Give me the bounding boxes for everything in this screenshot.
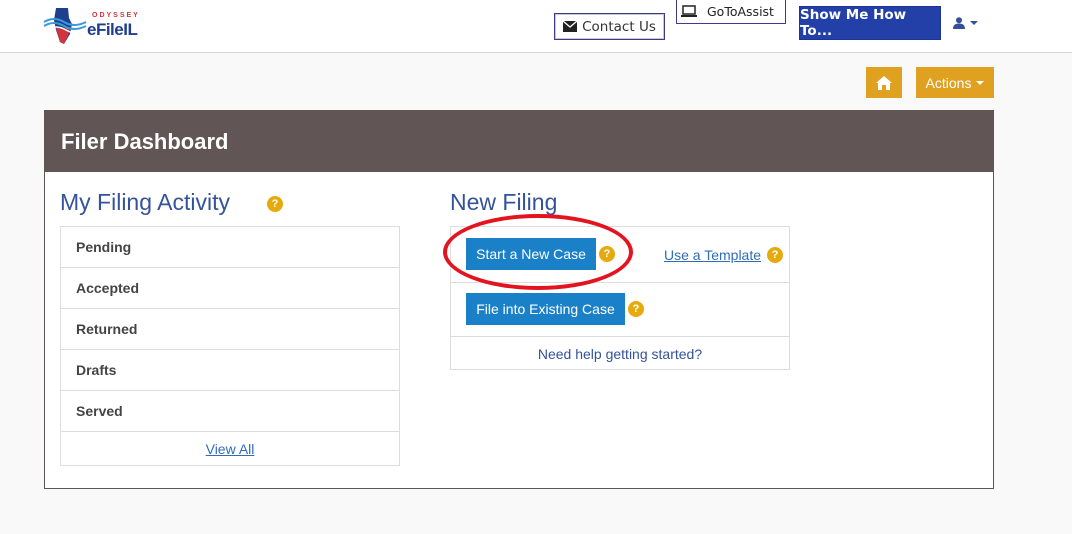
filer-dashboard-panel: Filer Dashboard My Filing Activity ? Pen…	[44, 110, 994, 489]
dashboard-title: Filer Dashboard	[45, 111, 993, 172]
efileil-logo[interactable]: ODYSSEY eFileIL	[42, 4, 152, 48]
help-icon[interactable]: ?	[267, 196, 283, 212]
actions-dropdown-button[interactable]: Actions	[916, 67, 994, 98]
help-icon[interactable]: ?	[628, 301, 644, 317]
start-new-case-button[interactable]: Start a New Case	[466, 238, 596, 270]
file-into-existing-case-button[interactable]: File into Existing Case	[466, 293, 625, 325]
activity-item-accepted[interactable]: Accepted	[61, 268, 399, 309]
activity-item-pending[interactable]: Pending	[61, 227, 399, 268]
my-filing-activity-label: My Filing Activity	[60, 189, 230, 215]
laptop-icon	[681, 5, 697, 17]
new-filing-box: Start a New Case ? Use a Template ? File…	[450, 226, 790, 370]
envelope-icon	[563, 21, 578, 32]
logo-efile-text: eFileIL	[87, 20, 138, 39]
contact-us-label: Contact Us	[582, 18, 656, 35]
help-row: Need help getting started?	[451, 337, 789, 370]
filing-activity-list: Pending Accepted Returned Drafts Served …	[60, 226, 400, 466]
user-icon	[953, 17, 965, 29]
start-new-case-label: Start a New Case	[476, 246, 586, 262]
help-icon[interactable]: ?	[599, 246, 615, 262]
show-me-how-label: Show Me How To...	[800, 7, 907, 39]
illinois-map-icon	[43, 8, 87, 44]
need-help-link[interactable]: Need help getting started?	[538, 346, 702, 362]
activity-footer: View All	[61, 432, 399, 465]
new-filing-label: New Filing	[450, 189, 558, 215]
file-into-existing-case-label: File into Existing Case	[476, 301, 615, 317]
home-icon	[876, 75, 892, 90]
new-case-row: Start a New Case ? Use a Template ?	[451, 227, 789, 283]
logo-odyssey-text: ODYSSEY	[92, 12, 140, 19]
view-all-link[interactable]: View All	[206, 441, 255, 457]
activity-item-served[interactable]: Served	[61, 391, 399, 432]
use-template-link[interactable]: Use a Template	[664, 247, 761, 263]
top-navbar: ODYSSEY eFileIL Contact Us GoToAssist Sh…	[0, 0, 1072, 53]
chevron-down-icon	[970, 21, 978, 25]
chevron-down-icon	[976, 80, 985, 85]
new-filing-title: New Filing	[450, 189, 557, 216]
gotoassist-label: GoToAssist	[707, 4, 774, 19]
home-button[interactable]	[866, 67, 902, 98]
help-icon[interactable]: ?	[767, 247, 783, 263]
user-menu-dropdown[interactable]	[953, 14, 983, 32]
actions-label: Actions	[925, 74, 972, 91]
activity-item-drafts[interactable]: Drafts	[61, 350, 399, 391]
gotoassist-button[interactable]: GoToAssist	[676, 0, 786, 24]
activity-item-returned[interactable]: Returned	[61, 309, 399, 350]
show-me-how-button[interactable]: Show Me How To...	[799, 6, 941, 40]
existing-case-row: File into Existing Case ?	[451, 283, 789, 337]
contact-us-button[interactable]: Contact Us	[554, 13, 665, 40]
my-filing-activity-title: My Filing Activity	[60, 189, 230, 216]
